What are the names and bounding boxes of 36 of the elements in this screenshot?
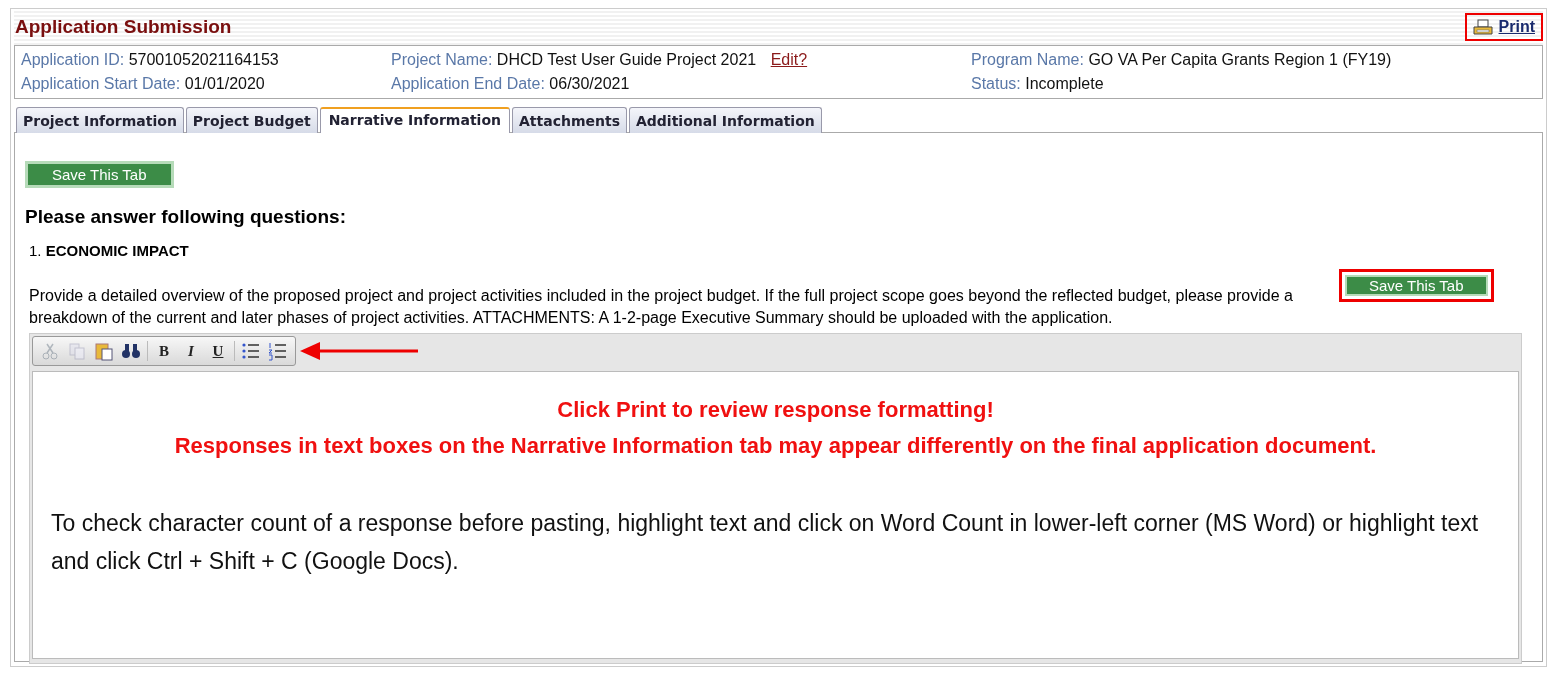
question-title: 1. ECONOMIC IMPACT <box>29 242 190 259</box>
field-label: Application End Date: <box>391 75 545 92</box>
clipboard-icon[interactable] <box>93 341 115 361</box>
field-value: GO VA Per Capita Grants Region 1 (FY19) <box>1088 51 1392 68</box>
section-heading: Please answer following questions: <box>25 206 347 228</box>
tab[interactable]: Narrative Information <box>319 107 510 133</box>
question-description: Provide a detailed overview of the proposed project and project activities included in the project budget. If the full project scope goes beyond the reflected budget, please provide a breakdown of the current and later phases of project activities. ATTACHMENTS: A 1-2-page Executive Summary should be uploaded with the application. <box>29 286 1294 328</box>
print-link[interactable]: Print <box>1464 13 1543 41</box>
numbered-list-icon[interactable] <box>267 341 289 361</box>
save-button[interactable]: Save This Tab <box>25 161 174 188</box>
page-title: Application Submission <box>15 16 232 38</box>
field-value: Incomplete <box>1025 75 1104 92</box>
editor-text: To check character count of a response before pasting, highlight text and click on Word Count in lower-left corner (MS Word) or highlight text and click Ctrl + Shift + C (Google Docs). <box>51 509 1480 576</box>
printer-icon <box>1472 19 1493 35</box>
underline-button[interactable]: U <box>207 342 229 360</box>
tab[interactable]: Project Budget <box>185 107 318 133</box>
field-value: 01/01/2020 <box>184 75 265 92</box>
tab[interactable]: Attachments <box>511 107 627 133</box>
save-button[interactable]: Save This Tab <box>1339 269 1494 302</box>
warning-text: Responses in text boxes on the Narrative Information tab may appear differently on the final application document. <box>173 432 1378 460</box>
bullet-list-icon[interactable] <box>240 341 262 361</box>
field-value: 06/30/2021 <box>549 75 630 92</box>
italic-button[interactable]: I <box>180 342 202 360</box>
field-value: DHCD Test User Guide Project 2021 <box>496 51 757 68</box>
binoculars-icon[interactable] <box>120 341 142 361</box>
field-label: Program Name: <box>971 51 1084 68</box>
edit-link[interactable]: Edit? <box>770 51 808 68</box>
tab[interactable]: Additional Information <box>629 107 822 133</box>
field-value: 57001052021164153 <box>128 51 279 68</box>
field-label: Application ID: <box>21 51 125 68</box>
tab[interactable]: Project Information <box>16 107 184 133</box>
field-label: Application Start Date: <box>21 75 181 92</box>
field-label: Project Name: <box>391 51 493 68</box>
warning-text: Click Print to review response formatting! <box>556 396 995 424</box>
bold-button[interactable]: B <box>153 342 175 360</box>
field-label: Status: <box>971 75 1021 92</box>
